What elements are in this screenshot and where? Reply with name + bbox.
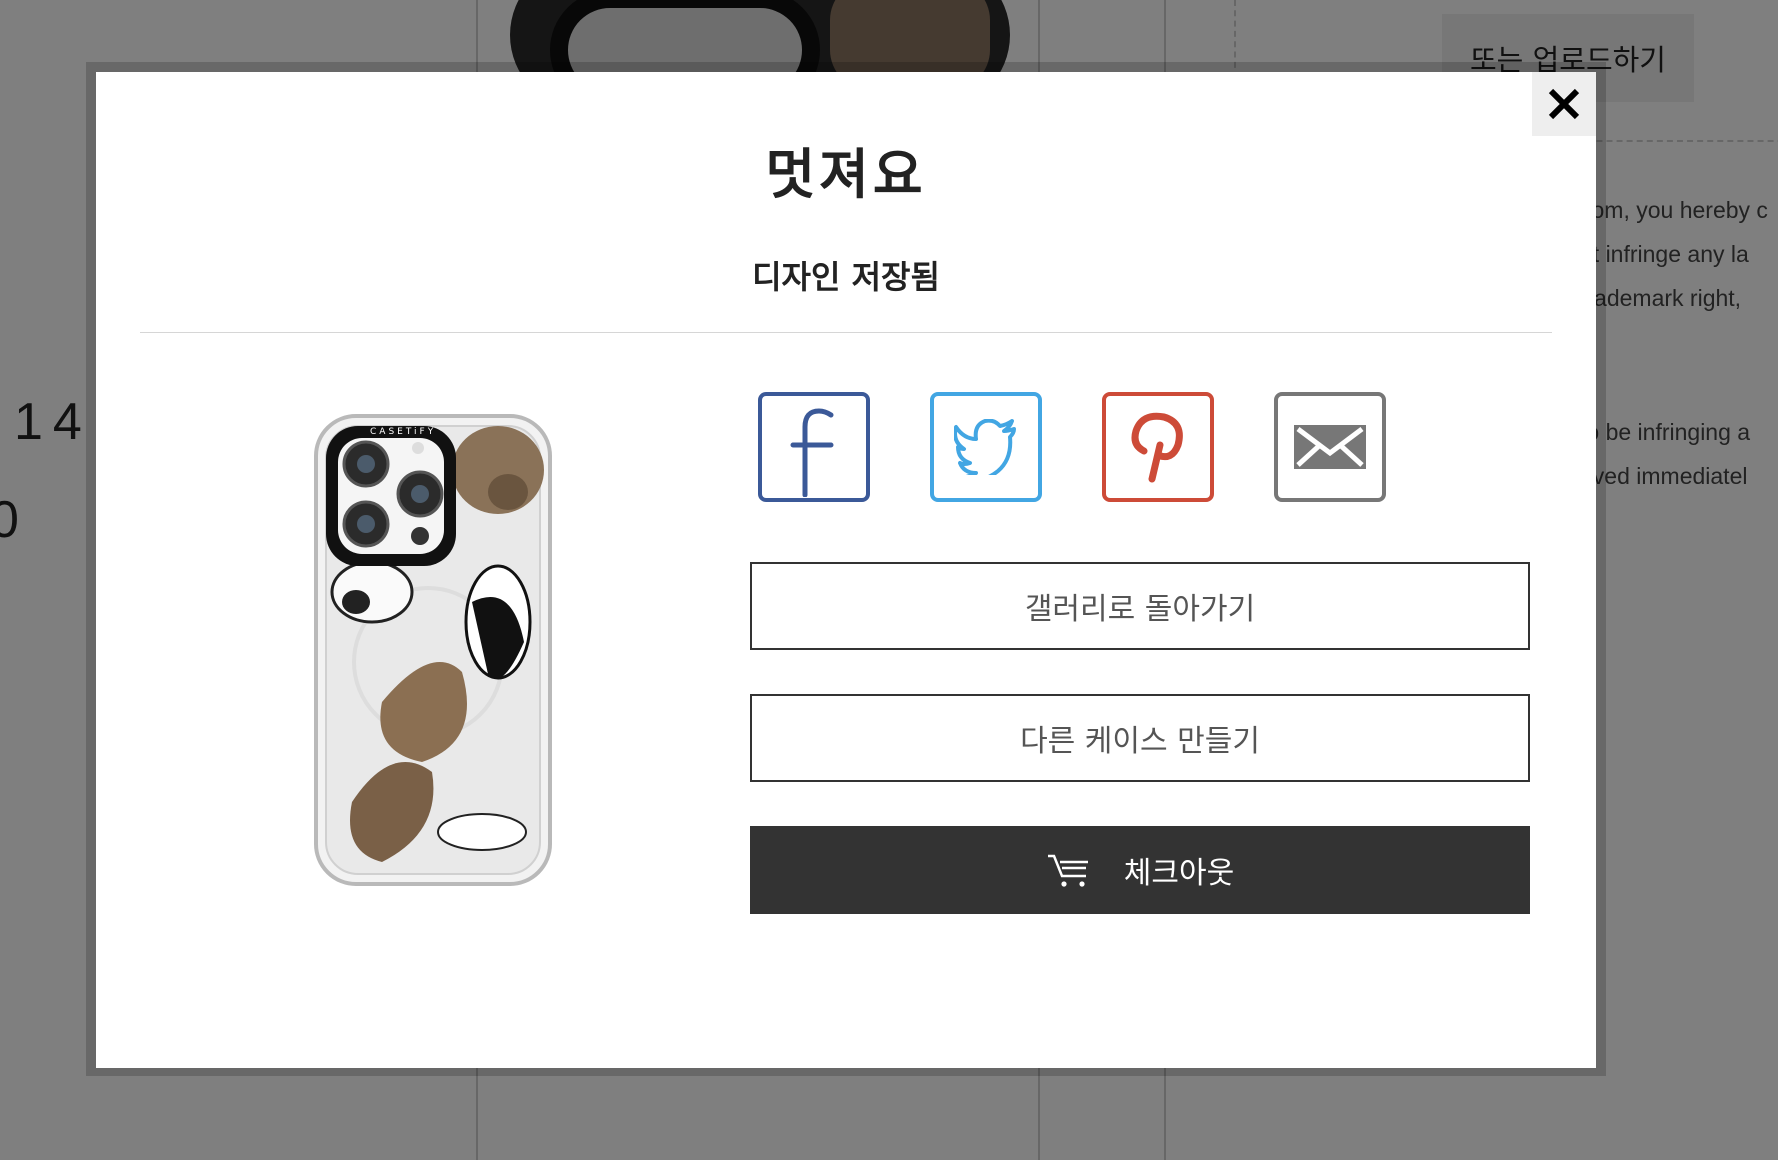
create-another-case-button[interactable]: 다른 케이스 만들기: [750, 694, 1530, 782]
checkout-label: 체크아웃: [1123, 856, 1235, 891]
share-twitter-button[interactable]: [930, 392, 1042, 502]
twitter-icon: [954, 419, 1016, 475]
create-another-case-label: 다른 케이스 만들기: [1020, 724, 1260, 759]
pinterest-icon: [1131, 412, 1183, 483]
back-to-gallery-label: 갤러리로 돌아가기: [1024, 592, 1256, 627]
divider: [140, 332, 1552, 333]
checkout-button[interactable]: 체크아웃: [750, 826, 1530, 914]
modal-subtitle: 디자인 저장됨: [752, 258, 940, 296]
phone-case-preview: CASETiFY: [312, 412, 554, 888]
close-button[interactable]: [1532, 72, 1596, 136]
modal-title: 멋져요: [765, 143, 927, 206]
facebook-icon: [790, 408, 834, 497]
back-to-gallery-button[interactable]: 갤러리로 돌아가기: [750, 562, 1530, 650]
cart-icon: [1046, 852, 1092, 888]
share-facebook-button[interactable]: [758, 392, 870, 502]
case-brand-text: CASETiFY: [370, 427, 436, 437]
mail-icon: [1294, 425, 1366, 469]
share-email-button[interactable]: [1274, 392, 1386, 502]
share-pinterest-button[interactable]: [1102, 392, 1214, 502]
close-icon[interactable]: [1547, 87, 1581, 121]
